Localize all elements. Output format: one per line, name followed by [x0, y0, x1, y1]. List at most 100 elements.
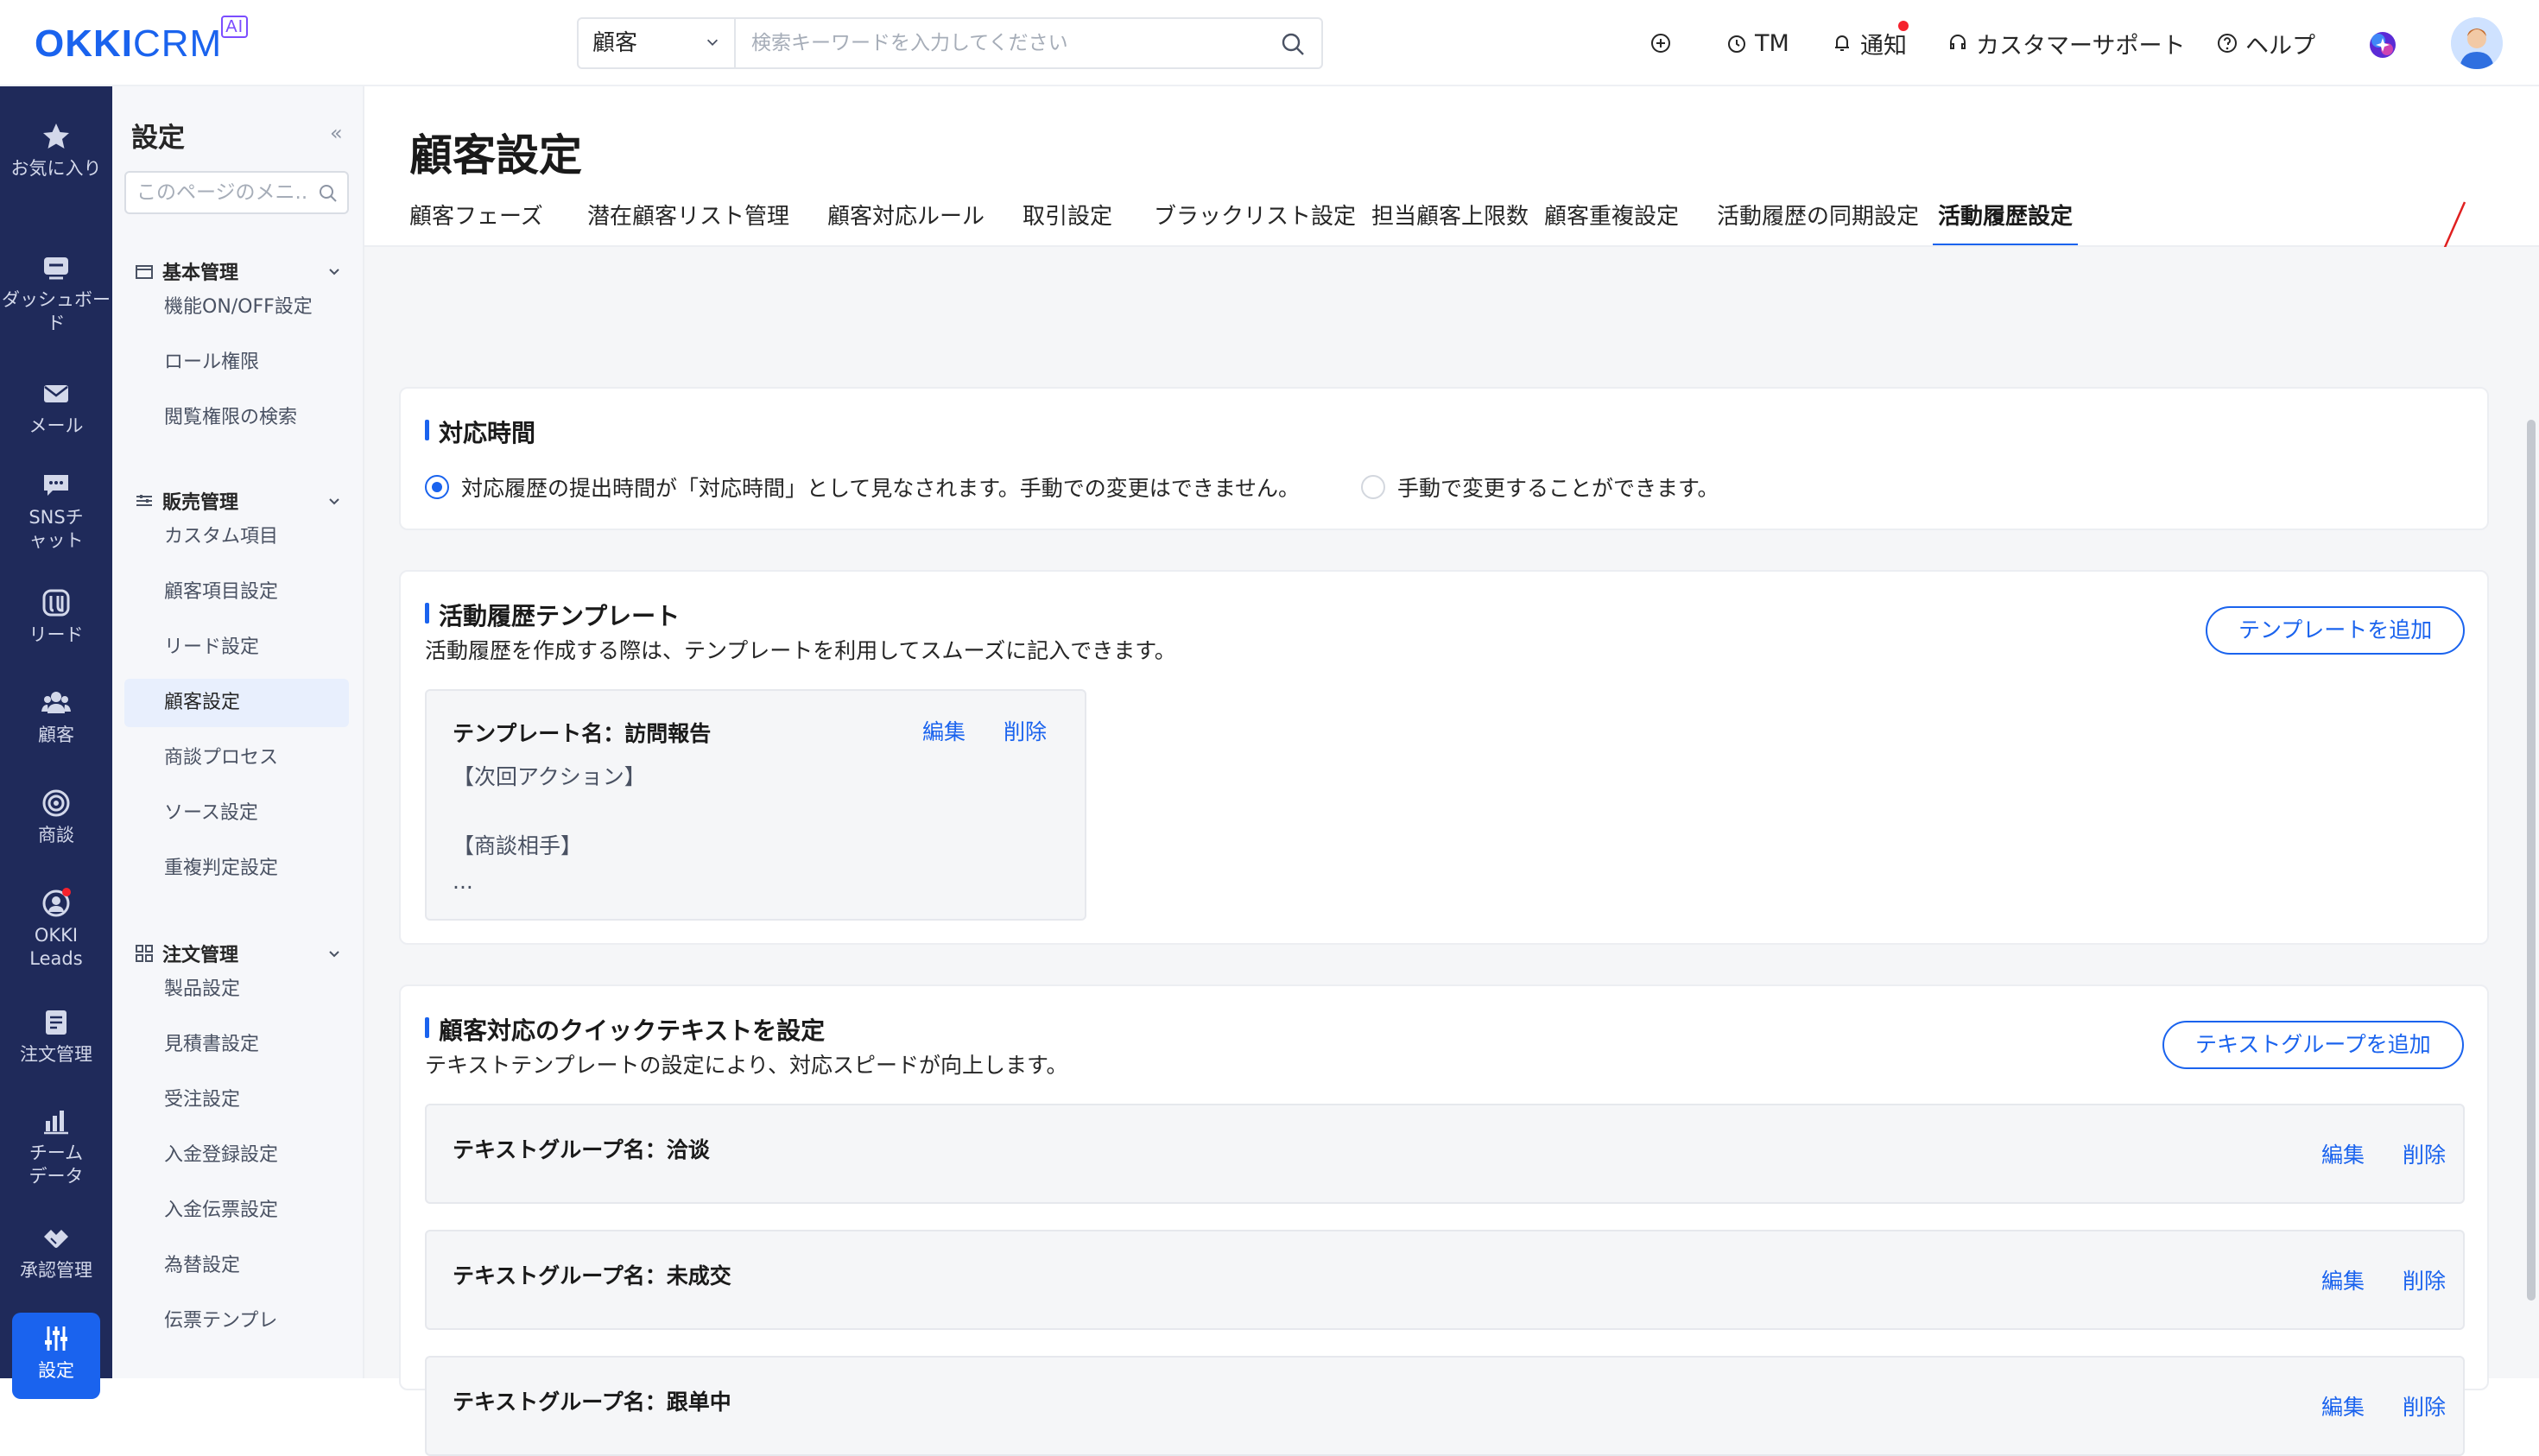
menu-exchange-rate[interactable]: 為替設定 — [124, 1242, 349, 1290]
bell-icon — [1835, 35, 1849, 51]
edit-group-link[interactable]: 編集 — [2321, 1138, 2365, 1169]
menu-customer-settings[interactable]: 顧客設定 — [124, 679, 349, 727]
tab-response-rules[interactable]: 顧客対応ルール — [827, 199, 985, 247]
menu-product-settings[interactable]: 製品設定 — [124, 965, 349, 1014]
approve-icon — [44, 1230, 68, 1248]
nav-order[interactable]: 注文管理 — [0, 1007, 112, 1067]
nav-approval-label: 承認管理 — [20, 1260, 92, 1281]
nav-lead[interactable]: リード — [0, 587, 112, 647]
add-text-group-button[interactable]: テキストグループを追加 — [2162, 1021, 2464, 1069]
chevron-down-icon — [329, 951, 339, 958]
add-template-button[interactable]: テンプレートを追加 — [2206, 606, 2466, 655]
text-group-name: テキストグループ名：洽谈 — [453, 1137, 710, 1162]
headset-icon — [1950, 35, 1966, 49]
customer-icon — [41, 692, 71, 713]
search-scope-label: 顧客 — [592, 30, 638, 56]
text-group-row: テキストグループ名：跟单中 編集 削除 — [425, 1356, 2465, 1456]
brand-logo[interactable]: OKKICRM AI — [35, 16, 249, 66]
tm-button[interactable]: TM — [1725, 26, 1789, 60]
response-time-title: 対応時間 — [425, 415, 535, 449]
nav-okki-leads-label: OKKI Leads — [29, 925, 83, 969]
radio-manual-time[interactable]: 手動で変更することができます。 — [1361, 472, 1719, 503]
nav-favorites-label: お気に入り — [10, 158, 102, 179]
tab-activity-sync[interactable]: 活動履歴の同期設定 — [1717, 199, 1919, 247]
nav-sns-label: SNSチャット — [28, 507, 84, 551]
menu-lead-settings[interactable]: リード設定 — [124, 624, 349, 672]
menu-duplicate-rules[interactable]: 重複判定設定 — [124, 845, 349, 893]
page-title: 顧客設定 — [409, 130, 582, 180]
tab-customer-limit[interactable]: 担当顧客上限数 — [1371, 199, 1529, 247]
delete-template-link[interactable]: 削除 — [1004, 715, 1047, 746]
delete-group-link[interactable]: 削除 — [2403, 1264, 2446, 1295]
tab-customer-phase[interactable]: 顧客フェーズ — [409, 199, 543, 247]
nav-deal[interactable]: 商談 — [0, 788, 112, 847]
radio-auto-time[interactable]: 対応履歴の提出時間が「対応時間」として見なされます。手動での変更はできません。 — [425, 472, 1300, 503]
chevron-down-icon — [329, 269, 339, 275]
search-scope-select[interactable]: 顧客 — [579, 19, 736, 67]
text-group-name: テキストグループ名：跟单中 — [453, 1390, 731, 1415]
collapse-sidebar-button[interactable]: « — [330, 121, 343, 145]
group-sales-management[interactable]: 販売管理 — [135, 487, 342, 515]
menu-deal-process[interactable]: 商談プロセス — [124, 734, 349, 782]
nav-deal-label: 商談 — [38, 825, 74, 845]
tab-potential-list[interactable]: 潜在顧客リスト管理 — [587, 199, 789, 247]
menu-quote-settings[interactable]: 見積書設定 — [124, 1021, 349, 1069]
delete-group-link[interactable]: 削除 — [2403, 1138, 2446, 1169]
search-input[interactable] — [751, 19, 1270, 67]
nav-customer-label: 顧客 — [38, 725, 74, 745]
nav-order-label: 注文管理 — [20, 1044, 92, 1065]
group-order-management[interactable]: 注文管理 — [135, 940, 342, 967]
ai-badge: AI — [221, 16, 249, 38]
nav-team-data[interactable]: チームデータ — [0, 1105, 112, 1188]
quick-text-card: 顧客対応のクイックテキストを設定 テキストテンプレートの設定により、対応スピード… — [399, 984, 2489, 1456]
search-icon[interactable] — [1280, 31, 1306, 57]
menu-feature-toggle[interactable]: 機能ON/OFF設定 — [124, 283, 349, 332]
menu-customer-fields[interactable]: 顧客項目設定 — [124, 568, 349, 617]
tab-activity-settings[interactable]: 活動履歴設定 — [1932, 199, 2079, 247]
nav-customer[interactable]: 顧客 — [0, 687, 112, 747]
edit-template-link[interactable]: 編集 — [922, 715, 966, 746]
add-button[interactable] — [1649, 26, 1672, 60]
settings-panel: 対応時間 対応履歴の提出時間が「対応時間」として見なされます。手動での変更はでき… — [364, 247, 2539, 1456]
nav-approval[interactable]: 承認管理 — [0, 1223, 112, 1282]
group-basic-management[interactable]: 基本管理 — [135, 257, 342, 285]
menu-payment-slip[interactable]: 入金伝票設定 — [124, 1187, 349, 1235]
nav-settings[interactable]: 設定 — [12, 1313, 100, 1399]
menu-view-permission-search[interactable]: 閲覧権限の検索 — [124, 394, 349, 442]
menu-custom-fields[interactable]: カスタム項目 — [124, 513, 349, 561]
tab-transaction[interactable]: 取引設定 — [1023, 199, 1112, 247]
menu-source-settings[interactable]: ソース設定 — [124, 789, 349, 838]
main-content: 顧客設定 顧客フェーズ 潜在顧客リスト管理 顧客対応ルール 取引設定 ブラックリ… — [364, 86, 2539, 1456]
menu-order-settings[interactable]: 受注設定 — [124, 1076, 349, 1124]
nav-dashboard[interactable]: ダッシュボード — [0, 252, 112, 335]
tab-duplicate[interactable]: 顧客重複設定 — [1544, 199, 1679, 247]
tm-label: TM — [1755, 29, 1789, 57]
template-name: テンプレート名：訪問報告 — [453, 721, 712, 746]
group-basic-label: 基本管理 — [162, 263, 239, 284]
menu-search-input[interactable] — [136, 173, 309, 212]
help-button[interactable]: ヘルプ — [2216, 26, 2315, 60]
nav-mail[interactable]: メール — [0, 378, 112, 438]
tab-blacklist[interactable]: ブラックリスト設定 — [1154, 199, 1356, 247]
lead-icon — [42, 589, 70, 617]
grid-icon — [136, 945, 153, 962]
menu-slip-template[interactable]: 伝票テンプレ — [124, 1297, 349, 1345]
nav-sns-chat[interactable]: SNSチャット — [0, 470, 112, 553]
search-icon[interactable] — [318, 183, 339, 204]
edit-group-link[interactable]: 編集 — [2321, 1264, 2365, 1295]
nav-okki-leads[interactable]: OKKI Leads — [0, 888, 112, 971]
ai-assistant-button[interactable] — [2368, 28, 2397, 62]
nav-dashboard-label: ダッシュボード — [2, 289, 111, 333]
nav-favorites[interactable]: お気に入り — [0, 121, 112, 180]
notify-button[interactable]: 通知 — [1831, 21, 1909, 60]
star-icon — [43, 123, 69, 149]
notify-dot — [1898, 21, 1909, 31]
scrollbar[interactable] — [2527, 420, 2536, 1301]
edit-group-link[interactable]: 編集 — [2321, 1390, 2365, 1421]
activity-template-card: 活動履歴テンプレート 活動履歴を作成する際は、テンプレートを利用してスムーズに記… — [399, 570, 2489, 945]
menu-role-permission[interactable]: ロール権限 — [124, 339, 349, 387]
delete-group-link[interactable]: 削除 — [2403, 1390, 2446, 1421]
support-button[interactable]: カスタマーサポート — [1947, 26, 2185, 60]
menu-payment-registration[interactable]: 入金登録設定 — [124, 1131, 349, 1180]
avatar[interactable] — [2451, 17, 2503, 69]
